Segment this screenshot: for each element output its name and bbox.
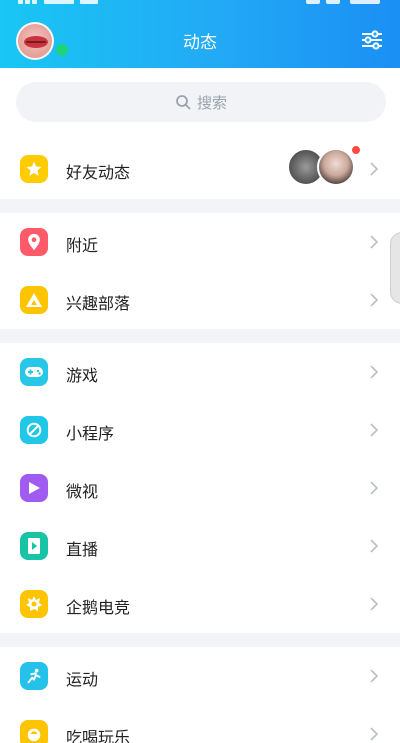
menu-item-nearby[interactable]: 附近 [0, 213, 400, 271]
section-divider [0, 199, 400, 213]
floating-side-handle[interactable] [390, 232, 400, 304]
menu-item-mini-programs[interactable]: 小程序 [0, 401, 400, 459]
chevron-right-icon [370, 481, 378, 495]
video-play-icon [20, 474, 48, 502]
menu-item-label: 吃喝玩乐 [66, 728, 131, 743]
menu-item-sports[interactable]: 运动 [0, 647, 400, 705]
menu-item-esports[interactable]: 企鹅电竞 [0, 575, 400, 633]
menu-item-label: 微视 [66, 482, 99, 501]
signal-indicators [18, 0, 108, 4]
chevron-right-icon [370, 669, 378, 683]
section-divider [0, 329, 400, 343]
search-input[interactable]: 搜索 [16, 82, 386, 122]
esports-icon [20, 590, 48, 618]
menu-item-label: 企鹅电竞 [66, 598, 131, 617]
battery-indicators [306, 0, 386, 4]
triangle-tribe-icon [20, 286, 48, 314]
section-divider [0, 633, 400, 647]
menu-item-label: 小程序 [66, 424, 115, 443]
menu-item-label: 好友动态 [66, 163, 131, 182]
page-title: 动态 [183, 33, 217, 53]
menu-item-label: 游戏 [66, 366, 99, 385]
menu-item-weishi[interactable]: 微视 [0, 459, 400, 517]
menu-item-interest-tribe[interactable]: 兴趣部落 [0, 271, 400, 329]
menu-item-live[interactable]: 直播 [0, 517, 400, 575]
filter-button[interactable] [360, 28, 384, 52]
status-bar [0, 0, 400, 10]
food-icon [20, 720, 48, 743]
chevron-right-icon [370, 235, 378, 249]
mini-program-icon [20, 416, 48, 444]
notification-badge [351, 145, 361, 155]
top-header: 动态 [0, 0, 400, 68]
chevron-right-icon [370, 539, 378, 553]
chevron-right-icon [370, 423, 378, 437]
menu-item-food-fun[interactable]: 吃喝玩乐 [0, 705, 400, 743]
live-stream-icon [20, 532, 48, 560]
friend-avatar [317, 148, 355, 186]
search-icon [176, 95, 191, 110]
menu-item-label: 兴趣部落 [66, 294, 131, 313]
search-placeholder: 搜索 [196, 93, 227, 112]
menu-item-games[interactable]: 游戏 [0, 343, 400, 401]
chevron-right-icon [370, 597, 378, 611]
running-icon [20, 662, 48, 690]
chevron-right-icon [370, 365, 378, 379]
menu-item-label: 运动 [66, 670, 99, 689]
chevron-right-icon [370, 162, 378, 176]
location-pin-icon [20, 228, 48, 256]
chevron-right-icon [370, 727, 378, 741]
chevron-right-icon [370, 293, 378, 307]
menu-item-label: 直播 [66, 540, 99, 559]
sliders-icon [362, 30, 382, 50]
menu-item-label: 附近 [66, 236, 99, 255]
gamepad-icon [20, 358, 48, 386]
star-icon [20, 155, 48, 183]
